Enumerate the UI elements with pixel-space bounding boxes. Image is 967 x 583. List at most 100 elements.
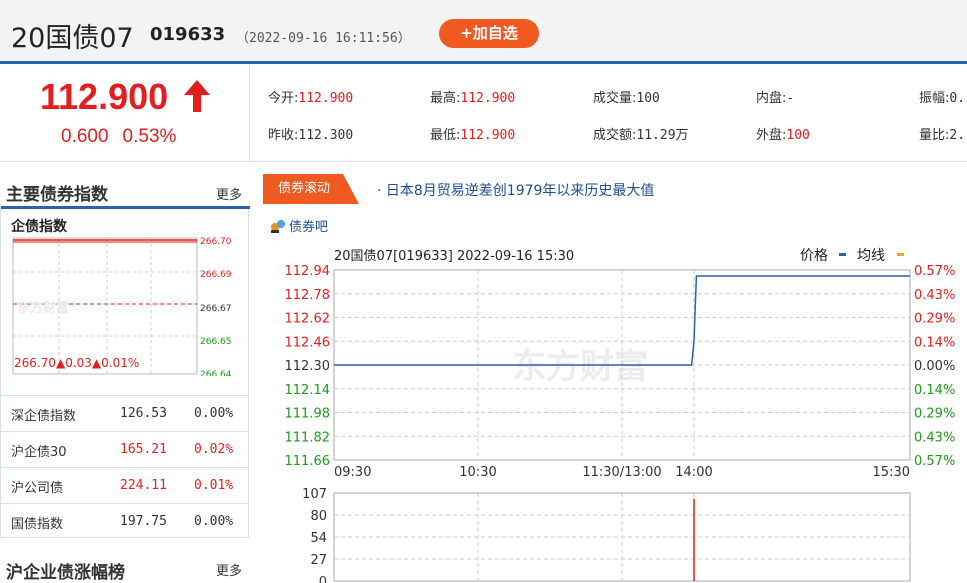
legend-price-swatch <box>839 253 846 256</box>
last-price: 112.900 <box>40 76 169 117</box>
bond-index-pct: 0.01% <box>194 478 234 493</box>
page-header: 20国债07 019633 （2022-09-16 16:11:56） +加自选 <box>0 0 967 64</box>
x-tick-label: 09:30 <box>334 465 371 480</box>
bond-index-panel: 企债指数 266.70 266.69 266.67 266.65 266.64 东方财富 2… <box>0 206 250 539</box>
y-tick-label: 112.78 <box>285 288 331 303</box>
quote-field: 成交量:100 <box>593 87 660 106</box>
mini-y-tick-label: 266.64 <box>200 370 232 376</box>
quote-field-label: 外盘: <box>756 128 787 143</box>
bond-index-pct: 0.00% <box>194 406 234 421</box>
quote-field-label: 内盘: <box>756 91 787 106</box>
quote-field: 量比:2. <box>919 124 965 143</box>
x-tick-label: 15:30 <box>873 465 910 480</box>
volume-y-tick-label: 107 <box>302 487 327 502</box>
quote-field-value: 100 <box>786 128 810 143</box>
bond-index-price: 197.75 <box>120 514 167 529</box>
chart-watermark: 东方财富 <box>512 347 648 387</box>
price-change-group: 0.600 0.53% <box>61 126 190 148</box>
y-tick-label: 112.14 <box>285 383 331 398</box>
bond-index-name: 沪公司债 <box>11 481 64 496</box>
bond-index-name: 沪企债30 <box>11 445 67 460</box>
bond-index-pct: 0.00% <box>194 514 234 529</box>
bond-index-title: 主要债券指数 <box>6 185 108 205</box>
mini-index-summary: 266.70▲0.03▲0.01% <box>14 356 139 370</box>
news-headline-link[interactable]: · 日本8月贸易逆差创1979年以来历史最大值 <box>377 180 654 200</box>
quote-field-value: 112.300 <box>298 128 354 143</box>
y-tick-pct-label: 0.00% <box>914 359 955 374</box>
bond-index-price: 126.53 <box>120 406 167 421</box>
y-tick-label: 112.62 <box>285 312 331 327</box>
quote-field-value: 11.29万 <box>636 128 689 143</box>
x-tick-label: 14:00 <box>675 465 712 480</box>
tab-enterprise-bond-index[interactable]: 企债指数 <box>11 216 67 236</box>
quote-field-value: 112.900 <box>460 128 516 143</box>
y-tick-label: 111.82 <box>285 430 331 445</box>
x-tick-label: 11:30/13:00 <box>582 465 661 480</box>
quote-field-label: 成交量: <box>593 91 637 106</box>
add-watchlist-button[interactable]: +加自选 <box>439 19 539 48</box>
up-arrow-icon <box>184 80 210 112</box>
quote-field-value: 112.900 <box>298 91 354 106</box>
volume-y-tick-label: 54 <box>310 531 327 546</box>
bond-name: 20国债07 <box>11 23 134 54</box>
quote-field: 今开:112.900 <box>268 87 353 106</box>
mini-y-tick-label: 266.69 <box>200 270 232 280</box>
quote-field-label: 昨收: <box>268 128 299 143</box>
y-tick-label: 112.94 <box>285 264 331 279</box>
x-tick-label: 10:30 <box>459 465 496 480</box>
bond-bbs-link[interactable]: 债券吧 <box>270 216 328 235</box>
quote-field-label: 最低: <box>430 128 461 143</box>
quote-field: 最高:112.900 <box>430 87 515 106</box>
bond-bbs-label: 债券吧 <box>289 220 329 235</box>
price-change: 0.600 <box>61 126 109 147</box>
quote-field: 最低:112.900 <box>430 124 515 143</box>
quote-panel: 112.900 0.600 0.53% 今开:112.900 最高:112.900 成… <box>0 64 967 162</box>
quote-field-label: 量比: <box>919 128 950 143</box>
y-tick-pct-label: 0.43% <box>914 288 955 303</box>
bond-index-price: 224.11 <box>120 478 167 493</box>
quote-field-value: 100 <box>636 91 660 106</box>
mini-y-tick-label: 266.67 <box>200 304 232 314</box>
y-tick-pct-label: 0.57% <box>914 454 955 469</box>
news-ticker: 债券滚动 · 日本8月贸易逆差创1979年以来历史最大值 <box>263 174 967 204</box>
mini-watermark: 东方财富 <box>17 300 69 316</box>
y-tick-pct-label: 0.14% <box>914 335 955 350</box>
y-tick-pct-label: 0.29% <box>914 312 955 327</box>
volume-y-tick-label: 80 <box>310 509 327 524</box>
bond-index-row[interactable]: 沪公司债 224.11 0.01% <box>1 467 248 503</box>
volume-y-tick-label: 0 <box>319 575 327 583</box>
quote-field-label: 最高: <box>430 91 461 106</box>
bond-index-more-link[interactable]: 更多 <box>216 184 242 203</box>
bond-index-row[interactable]: 深企债指数 126.53 0.00% <box>1 395 248 431</box>
bond-index-row[interactable]: 国债指数 197.75 0.00% <box>1 503 248 539</box>
quote-field: 昨收:112.300 <box>268 124 353 143</box>
bond-code: 019633 <box>150 24 226 45</box>
mini-y-tick-label: 266.70 <box>200 237 232 247</box>
y-tick-pct-label: 0.29% <box>914 407 955 422</box>
quote-field-label: 成交额: <box>593 128 637 143</box>
intraday-chart: 20国债07[019633] 2022-09-16 15:30 价格 均线东方财富 1… <box>285 248 956 583</box>
y-tick-label: 111.98 <box>285 407 331 422</box>
bond-index-pct: 0.02% <box>194 442 234 457</box>
bond-index-name: 国债指数 <box>11 517 64 532</box>
quote-timestamp: （2022-09-16 16:11:56） <box>236 31 411 46</box>
quote-field: 成交额:11.29万 <box>593 124 689 143</box>
y-tick-label: 112.30 <box>285 359 331 374</box>
bond-index-name: 深企债指数 <box>11 409 77 424</box>
legend-avg-label: 均线 <box>857 248 885 264</box>
y-tick-pct-label: 0.57% <box>914 264 955 279</box>
quote-field: 内盘:- <box>756 87 794 106</box>
panel-divider <box>1 206 250 209</box>
quote-field-value: 2. <box>949 128 966 143</box>
forum-users-icon <box>271 220 285 233</box>
quote-field: 振幅:0. <box>919 87 965 106</box>
ranking-more-link[interactable]: 更多 <box>216 560 242 579</box>
mini-index-chart: 266.70 266.69 266.67 266.65 266.64 东方财富 266.70… <box>12 237 232 376</box>
quote-field: 外盘:100 <box>756 124 810 143</box>
quote-field-value: 0. <box>949 91 966 106</box>
mini-y-tick-label: 266.65 <box>200 337 232 347</box>
quote-field-value: - <box>786 91 795 106</box>
y-tick-label: 112.46 <box>285 335 331 350</box>
bond-index-row[interactable]: 沪企债30 165.21 0.02% <box>1 431 248 467</box>
legend-avg-swatch <box>897 253 904 256</box>
